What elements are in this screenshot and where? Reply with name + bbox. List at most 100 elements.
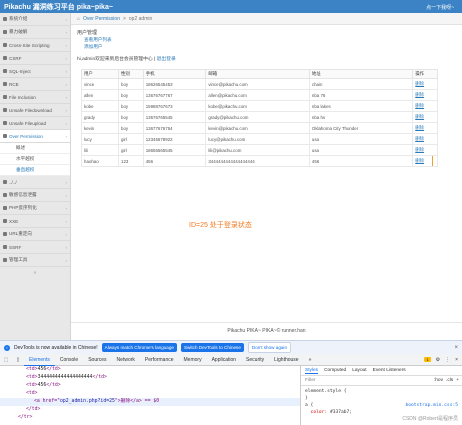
view-user-list-link[interactable]: 查看用户列表 [84,37,455,43]
color-value[interactable]: #337ab7; [330,410,352,415]
close-icon[interactable]: × [455,357,458,363]
brand-title[interactable]: Pikachu 漏洞练习平台 pika~pika~ [4,2,113,12]
sidebar-item[interactable]: PHP反序列化 › [0,202,70,215]
table-cell: 3444444444444444444 [205,155,310,167]
sidebar-subitem[interactable]: 水平越权 [0,154,70,165]
sidebar-subitem[interactable]: 概述 [0,143,70,154]
bootstrap-source-link[interactable]: bootstrap.min.css:5 [405,402,458,409]
switch-to-chinese-button[interactable]: Switch DevTools to Chinese [180,343,244,352]
dont-show-again-button[interactable]: Don't show again [247,342,292,353]
sidebar-item[interactable]: File Inclusion › [0,91,70,104]
tab-memory[interactable]: Memory [179,354,207,366]
chevron-right-icon: › [65,69,67,74]
sidebar-item[interactable]: XXE › [0,215,70,228]
match-language-button[interactable]: Always match Chrome's language [101,343,177,352]
table-cell: lili [81,144,119,156]
tab-lighthouse[interactable]: Lighthouse [269,354,303,366]
sidebar-subitem[interactable]: 垂直越权 [0,165,70,176]
tab-application[interactable]: Application [207,354,241,366]
breadcrumb-home[interactable]: Over Permission [83,16,120,22]
sidebar-item[interactable]: ../../ › [0,176,70,189]
tab-performance[interactable]: Performance [140,354,179,366]
table-cell: nba 76 [308,89,414,101]
tab-network[interactable]: Network [112,354,140,366]
sidebar-item[interactable]: RCE › [0,78,70,91]
top-right-link[interactable]: 点一下我呀~ [426,4,454,11]
logout-link[interactable]: 退出登录 [157,57,176,62]
delete-link[interactable]: 删除 [412,133,438,145]
sidebar-item[interactable]: 管理工具 › [0,254,70,267]
dom-node-line[interactable]: <a href="op2_admin.php?id=25">删除</a> == … [0,398,300,406]
chevron-right-icon: › [65,82,67,87]
tab-sources[interactable]: Sources [83,354,111,366]
dom-node-line[interactable]: </tr> [0,414,300,422]
welcome-text: hi,admin欢迎来到后台会员管理中心 | 退出登录 [77,55,455,62]
sidebar-item[interactable]: CSRF › [0,52,70,65]
delete-link[interactable]: 删除 [412,89,438,101]
sidebar-item[interactable]: SSRF › [0,241,70,254]
devtools-language-infobar: i DevTools is now available in Chinese! … [0,340,462,354]
tab-security[interactable]: Security [241,354,269,366]
sidebar-item[interactable]: Cross-Site Scripting › [0,39,70,52]
issues-badge[interactable]: 1 [424,357,431,362]
sidebar-item[interactable]: 敏感信息泄露 › [0,189,70,202]
tab-elements[interactable]: Elements [24,354,55,366]
sidebar-item[interactable]: Unsafe Filedownload › [0,104,70,117]
cls-toggle[interactable]: .cls [446,378,453,383]
menu-icon [3,17,7,21]
delete-link[interactable]: 删除 [412,111,438,123]
table-row: grady boy 13676765545 grady@pikachu.com nba … [81,111,438,123]
delete-link[interactable]: 删除 [412,100,438,112]
styles-tab[interactable]: Layout [352,368,366,373]
add-user-link[interactable]: 添加用户 [84,44,455,50]
styles-filter-input[interactable]: Filter [305,378,316,383]
table-header: 邮箱 [205,69,310,79]
table-row: allen boy 13676767767 allen@pikachu.com nba … [81,89,438,101]
table-cell: boy [118,100,144,112]
dom-node-line[interactable]: <td> [0,390,300,398]
sidebar-item[interactable]: 系统介绍 › [0,13,70,26]
styles-tab[interactable]: Computed [324,368,346,373]
delete-link[interactable]: 删除 [412,155,438,167]
dom-node-line[interactable]: <td>3444444444444444444</td> [0,374,300,382]
table-cell: boy [118,78,144,90]
sidebar-item[interactable]: Unsafe Fileupload › [0,117,70,130]
watermark: CSDN @Robert是程序员 [402,416,458,422]
gear-icon[interactable]: ⚙ [436,357,440,363]
sidebar-item-label: 敏感信息泄露 [9,192,37,197]
delete-link[interactable]: 删除 [412,78,438,90]
hov-toggle[interactable]: :hov [434,378,443,383]
sidebar-item-label: 系统介绍 [9,16,28,21]
kebab-menu-icon[interactable]: ⋮ [445,357,450,363]
device-toggle-icon[interactable]: ▯ [12,357,24,363]
sidebar-item-label: XXE [9,218,19,224]
delete-link[interactable]: 删除 [412,144,438,156]
sidebar-item[interactable]: 暴力破解 › [0,26,70,39]
more-tabs-button[interactable]: » [304,354,317,366]
table-row: kevin boy 13677676754 kevin@pikachu.com Okla… [81,122,438,134]
dom-node-line[interactable]: <td>456</td> [0,382,300,390]
collapse-sidebar-button[interactable]: « [0,267,70,279]
dom-node-line[interactable]: <td>456</td> [0,366,300,374]
styles-tab[interactable]: Event Listeners [373,368,406,373]
sidebar-item[interactable]: URL重定向 › [0,228,70,241]
menu-icon [3,69,7,73]
sidebar-item[interactable]: SQL-Inject › [0,65,70,78]
chevron-right-icon: › [65,232,67,237]
inspect-icon[interactable]: ⬚ [0,357,12,363]
infobar-text: DevTools is now available in Chinese! [14,344,98,351]
main-content: 用户管理 查看用户列表 添加用户 hi,admin欢迎来到后台会员管理中心 | … [77,27,455,62]
tab-console[interactable]: Console [55,354,83,366]
sidebar-item[interactable]: Over Permission › [0,130,70,143]
chevron-right-icon: › [65,30,67,35]
add-rule-button[interactable]: + [456,378,459,383]
element-style-rule: element.style { [305,389,347,394]
sidebar-item-label: Over Permission [9,133,43,139]
close-icon[interactable]: × [454,345,458,351]
menu-icon [3,121,7,125]
dom-node-line[interactable]: </td> [0,406,300,414]
menu-icon [3,232,7,236]
dom-text: 456 [37,383,47,388]
delete-link[interactable]: 删除 [412,122,438,134]
styles-tab[interactable]: Styles [305,368,319,374]
